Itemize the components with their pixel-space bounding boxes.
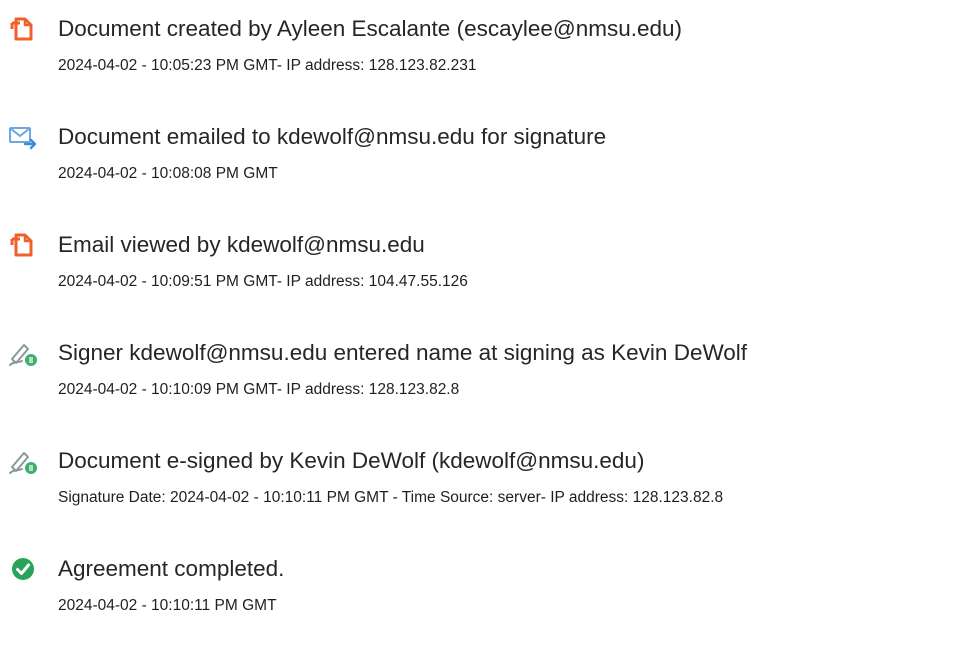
event-detail: 2024-04-02 - 10:08:08 PM GMT	[58, 165, 278, 182]
event-detail: 2024-04-02 - 10:09:51 PM GMT- IP address…	[58, 273, 468, 290]
audit-event: Signer kdewolf@nmsu.edu entered name at …	[0, 338, 977, 428]
document-icon	[8, 230, 38, 260]
pen-signature-icon	[8, 446, 38, 476]
email-sent-icon	[8, 122, 38, 152]
event-title: Agreement completed.	[58, 556, 285, 581]
audit-event: Document emailed to kdewolf@nmsu.edu for…	[0, 122, 977, 212]
event-title: Document created by Ayleen Escalante (es…	[58, 16, 683, 41]
event-title: Email viewed by kdewolf@nmsu.edu	[58, 232, 425, 257]
pen-signature-icon	[8, 338, 38, 368]
event-title: Document e-signed by Kevin DeWolf (kdewo…	[58, 448, 645, 473]
audit-event: Agreement completed. 2024-04-02 - 10:10:…	[0, 554, 977, 644]
event-detail: 2024-04-02 - 10:10:11 PM GMT	[58, 597, 277, 614]
audit-event: Email viewed by kdewolf@nmsu.edu 2024-04…	[0, 230, 977, 320]
event-detail: 2024-04-02 - 10:10:09 PM GMT- IP address…	[58, 381, 460, 398]
event-detail: 2024-04-02 - 10:05:23 PM GMT- IP address…	[58, 57, 477, 74]
audit-event: Document created by Ayleen Escalante (es…	[0, 14, 977, 104]
event-title: Document emailed to kdewolf@nmsu.edu for…	[58, 124, 607, 149]
audit-event: Document e-signed by Kevin DeWolf (kdewo…	[0, 446, 977, 536]
event-title: Signer kdewolf@nmsu.edu entered name at …	[58, 340, 748, 365]
document-icon	[8, 14, 38, 44]
event-detail: Signature Date: 2024-04-02 - 10:10:11 PM…	[58, 489, 724, 506]
check-circle-icon	[8, 554, 38, 584]
